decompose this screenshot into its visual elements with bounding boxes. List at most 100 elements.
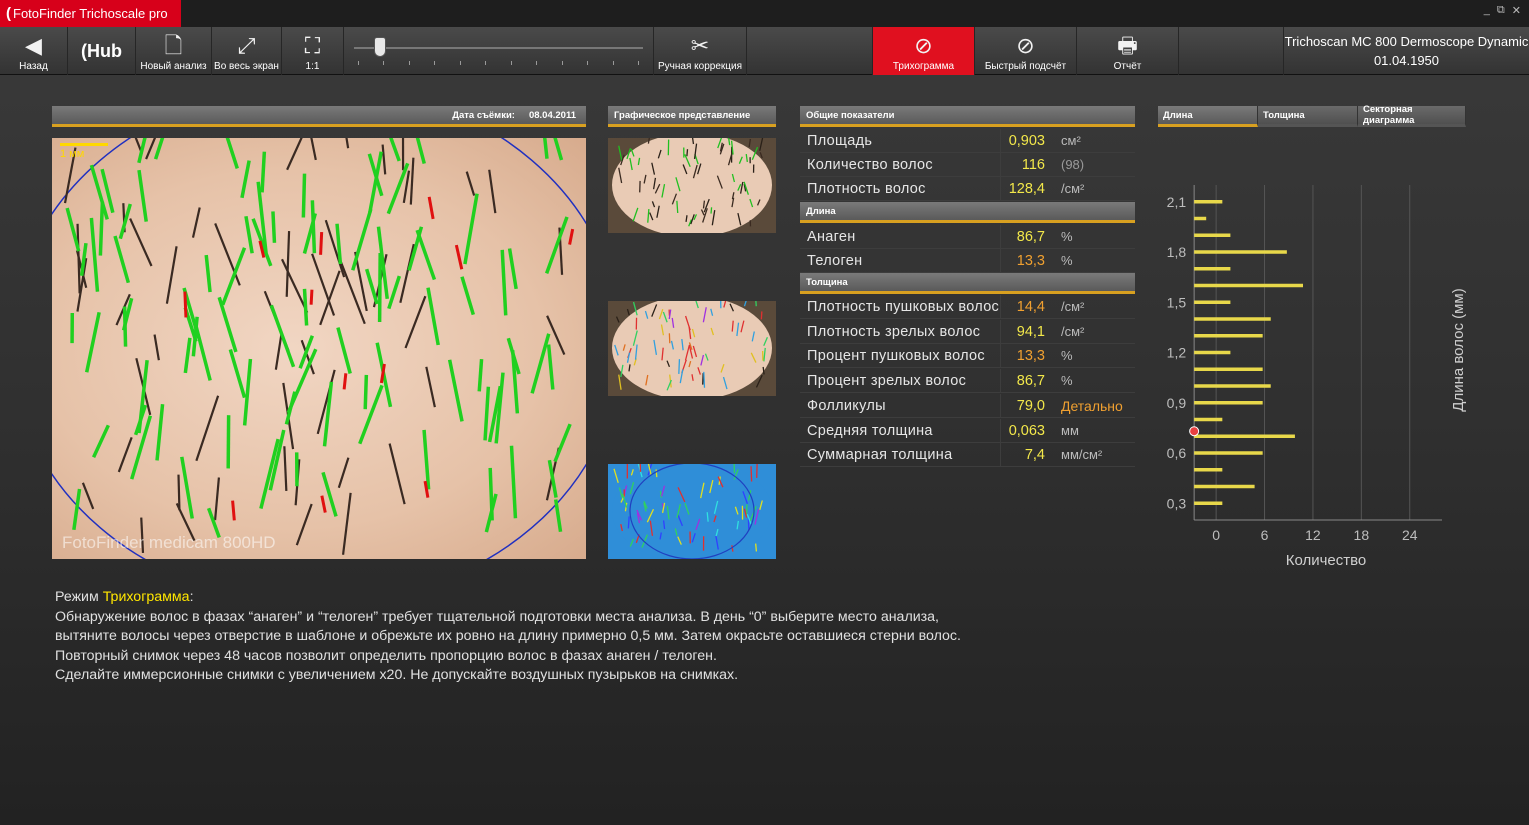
- anagen-hair-marker: [225, 138, 239, 169]
- dark-hair: [404, 295, 427, 349]
- telogen-hair-marker: [319, 232, 324, 255]
- hair-overlay: [52, 138, 586, 559]
- dark-hair: [81, 482, 95, 510]
- tab-thickness[interactable]: Толщина: [1258, 106, 1358, 127]
- hub-button[interactable]: (Hub: [68, 27, 136, 75]
- anagen-hair-marker: [180, 456, 194, 519]
- stat-label: Суммарная толщина: [807, 446, 953, 463]
- one-to-one-button[interactable]: ⛶ 1:1: [282, 27, 344, 75]
- stat-terminal-density: Плотность зрелых волос 94,1 /см²: [800, 320, 1135, 344]
- anagen-hair-marker: [553, 423, 572, 463]
- stat-unit: /см²: [1061, 299, 1085, 314]
- stat-follicles: Фолликулы 79,0 Детально: [800, 394, 1135, 418]
- anagen-hair-marker: [488, 467, 494, 521]
- slider-knob[interactable]: [374, 37, 386, 57]
- thumbnail-segmented[interactable]: [608, 464, 776, 559]
- y-tick-label: 0,3: [1167, 495, 1187, 511]
- x-tick-label: 6: [1261, 527, 1269, 543]
- thumbnail-hair: [627, 516, 630, 529]
- dark-hair: [153, 334, 160, 361]
- thickness-header: Толщина: [800, 273, 1135, 294]
- anagen-hair-marker: [415, 138, 426, 164]
- stat-unit: %: [1061, 253, 1073, 268]
- thumbnail-hair: [762, 366, 765, 375]
- dark-hair: [274, 332, 283, 370]
- stat-label: Площадь: [807, 132, 873, 149]
- fotofinder-logo-icon: (: [6, 5, 11, 22]
- expand-icon: ⤢: [237, 33, 256, 58]
- anagen-hair-marker: [543, 138, 549, 159]
- anagen-hair-marker: [72, 488, 82, 531]
- minimize-icon[interactable]: _: [1484, 4, 1490, 17]
- new-analysis-button[interactable]: 🗋 Новый анализ: [136, 27, 212, 75]
- hub-logo-icon: (Hub: [81, 40, 122, 61]
- anagen-hair-marker: [336, 327, 352, 374]
- hub-label: Hub: [87, 40, 122, 61]
- follicles-detail-link[interactable]: Детально: [1053, 398, 1123, 414]
- tab-pie[interactable]: Секторная диаграмма: [1358, 104, 1466, 127]
- manual-correction-label: Ручная коррекция: [658, 61, 742, 72]
- report-button[interactable]: 🖶 Отчёт: [1077, 27, 1179, 75]
- title-bar: ( FotoFinder Trichoscale pro _ ⧉ ✕: [0, 0, 1529, 27]
- telogen-hair-marker: [427, 196, 435, 220]
- camera-label: FotoFinder medicam 800HD: [62, 533, 276, 552]
- y-tick-label: 0,9: [1167, 395, 1187, 411]
- anagen-hair-marker: [271, 211, 277, 243]
- anagen-hair-marker: [546, 344, 555, 390]
- close-icon[interactable]: ✕: [1512, 4, 1521, 17]
- dark-hair: [465, 171, 476, 196]
- manual-correction-button[interactable]: ✂ Ручная коррекция: [654, 27, 747, 75]
- tab-length[interactable]: Длина: [1158, 106, 1258, 127]
- general-header: Общие показатели: [800, 106, 1135, 127]
- thumbnail-original[interactable]: [608, 138, 776, 233]
- anagen-hair-marker: [269, 304, 296, 368]
- anagen-hair-marker: [377, 252, 382, 322]
- anagen-hair-marker: [302, 288, 309, 326]
- stat-value: 0,063: [1000, 419, 1053, 442]
- anagen-hair-marker: [530, 333, 551, 394]
- info-line: Обнаружение волос в фазах “анаген” и “те…: [55, 608, 939, 625]
- thumbnail-colored[interactable]: [608, 301, 776, 396]
- y-axis-label: Длина волос (мм): [1450, 288, 1467, 411]
- general-header-title: Общие показатели: [806, 109, 895, 121]
- telogen-hair-marker: [320, 495, 327, 513]
- trichogram-button[interactable]: ⊘ Трихограмма: [873, 27, 975, 75]
- anagen-hair-marker: [113, 235, 131, 284]
- thumbnail-field: [612, 138, 772, 233]
- anagen-hair-marker: [477, 359, 484, 392]
- anagen-hair-marker: [351, 208, 373, 271]
- stat-label: Количество волос: [807, 156, 933, 173]
- anagen-hair-marker: [483, 386, 491, 441]
- anagen-hair-marker: [544, 216, 569, 274]
- anagen-hair-marker: [389, 138, 401, 162]
- length-histogram: 0 6 12 18 24 0,3 0,6 0,9 1,2 1,5 1,8 2,1 Количество Д…: [1167, 185, 1467, 569]
- stat-label: Плотность зрелых волос: [807, 323, 981, 340]
- stat-value: 128,4: [1000, 177, 1053, 200]
- stat-unit: %: [1061, 373, 1073, 388]
- dark-hair: [488, 169, 497, 214]
- anagen-hair-marker: [137, 169, 148, 222]
- stat-label: Плотность волос: [807, 180, 926, 197]
- restore-icon[interactable]: ⧉: [1497, 4, 1505, 17]
- stat-value: 13,3: [1000, 344, 1053, 367]
- stat-value: 14,4: [1000, 295, 1053, 318]
- anagen-hair-marker: [91, 424, 110, 458]
- dark-hair: [388, 443, 406, 505]
- fullscreen-button[interactable]: ⤢ Во весь экран: [212, 27, 282, 75]
- anagen-hair-marker: [204, 254, 212, 293]
- stat-label: Средняя толщина: [807, 422, 933, 439]
- app-title: FotoFinder Trichoscale pro: [13, 6, 168, 21]
- zoom-slider[interactable]: [344, 27, 654, 75]
- new-analysis-label: Новый анализ: [140, 61, 207, 72]
- stat-value: 116: [1000, 153, 1053, 176]
- app-title-badge: ( FotoFinder Trichoscale pro: [0, 0, 181, 27]
- quick-count-button[interactable]: ⊘ Быстрый подсчёт: [975, 27, 1077, 75]
- anagen-hair-marker: [89, 217, 100, 292]
- tab-pie-label: Секторная диаграмма: [1363, 104, 1415, 126]
- back-button[interactable]: ◀ Назад: [0, 27, 68, 75]
- telogen-hair-marker: [231, 500, 236, 521]
- thumbnail-segmented-graphic: [608, 464, 776, 559]
- stat-unit: мм: [1061, 423, 1079, 438]
- dermoscopy-image[interactable]: 1 мм FotoFinder medicam 800HD: [52, 138, 586, 559]
- y-tick-label: 1,8: [1167, 244, 1187, 260]
